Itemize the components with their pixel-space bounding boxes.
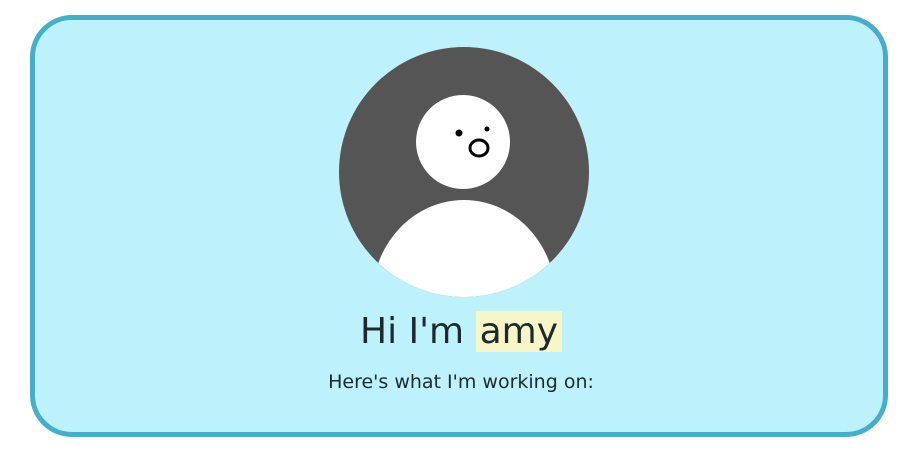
greeting-heading: Hi I'm amy [0, 306, 922, 358]
greeting-prefix: Hi I'm [360, 311, 465, 352]
avatar [339, 47, 589, 297]
default-user-avatar-icon [339, 47, 589, 297]
working-on-subtitle: Here's what I'm working on: [328, 371, 594, 393]
user-name: amy [475, 311, 562, 352]
